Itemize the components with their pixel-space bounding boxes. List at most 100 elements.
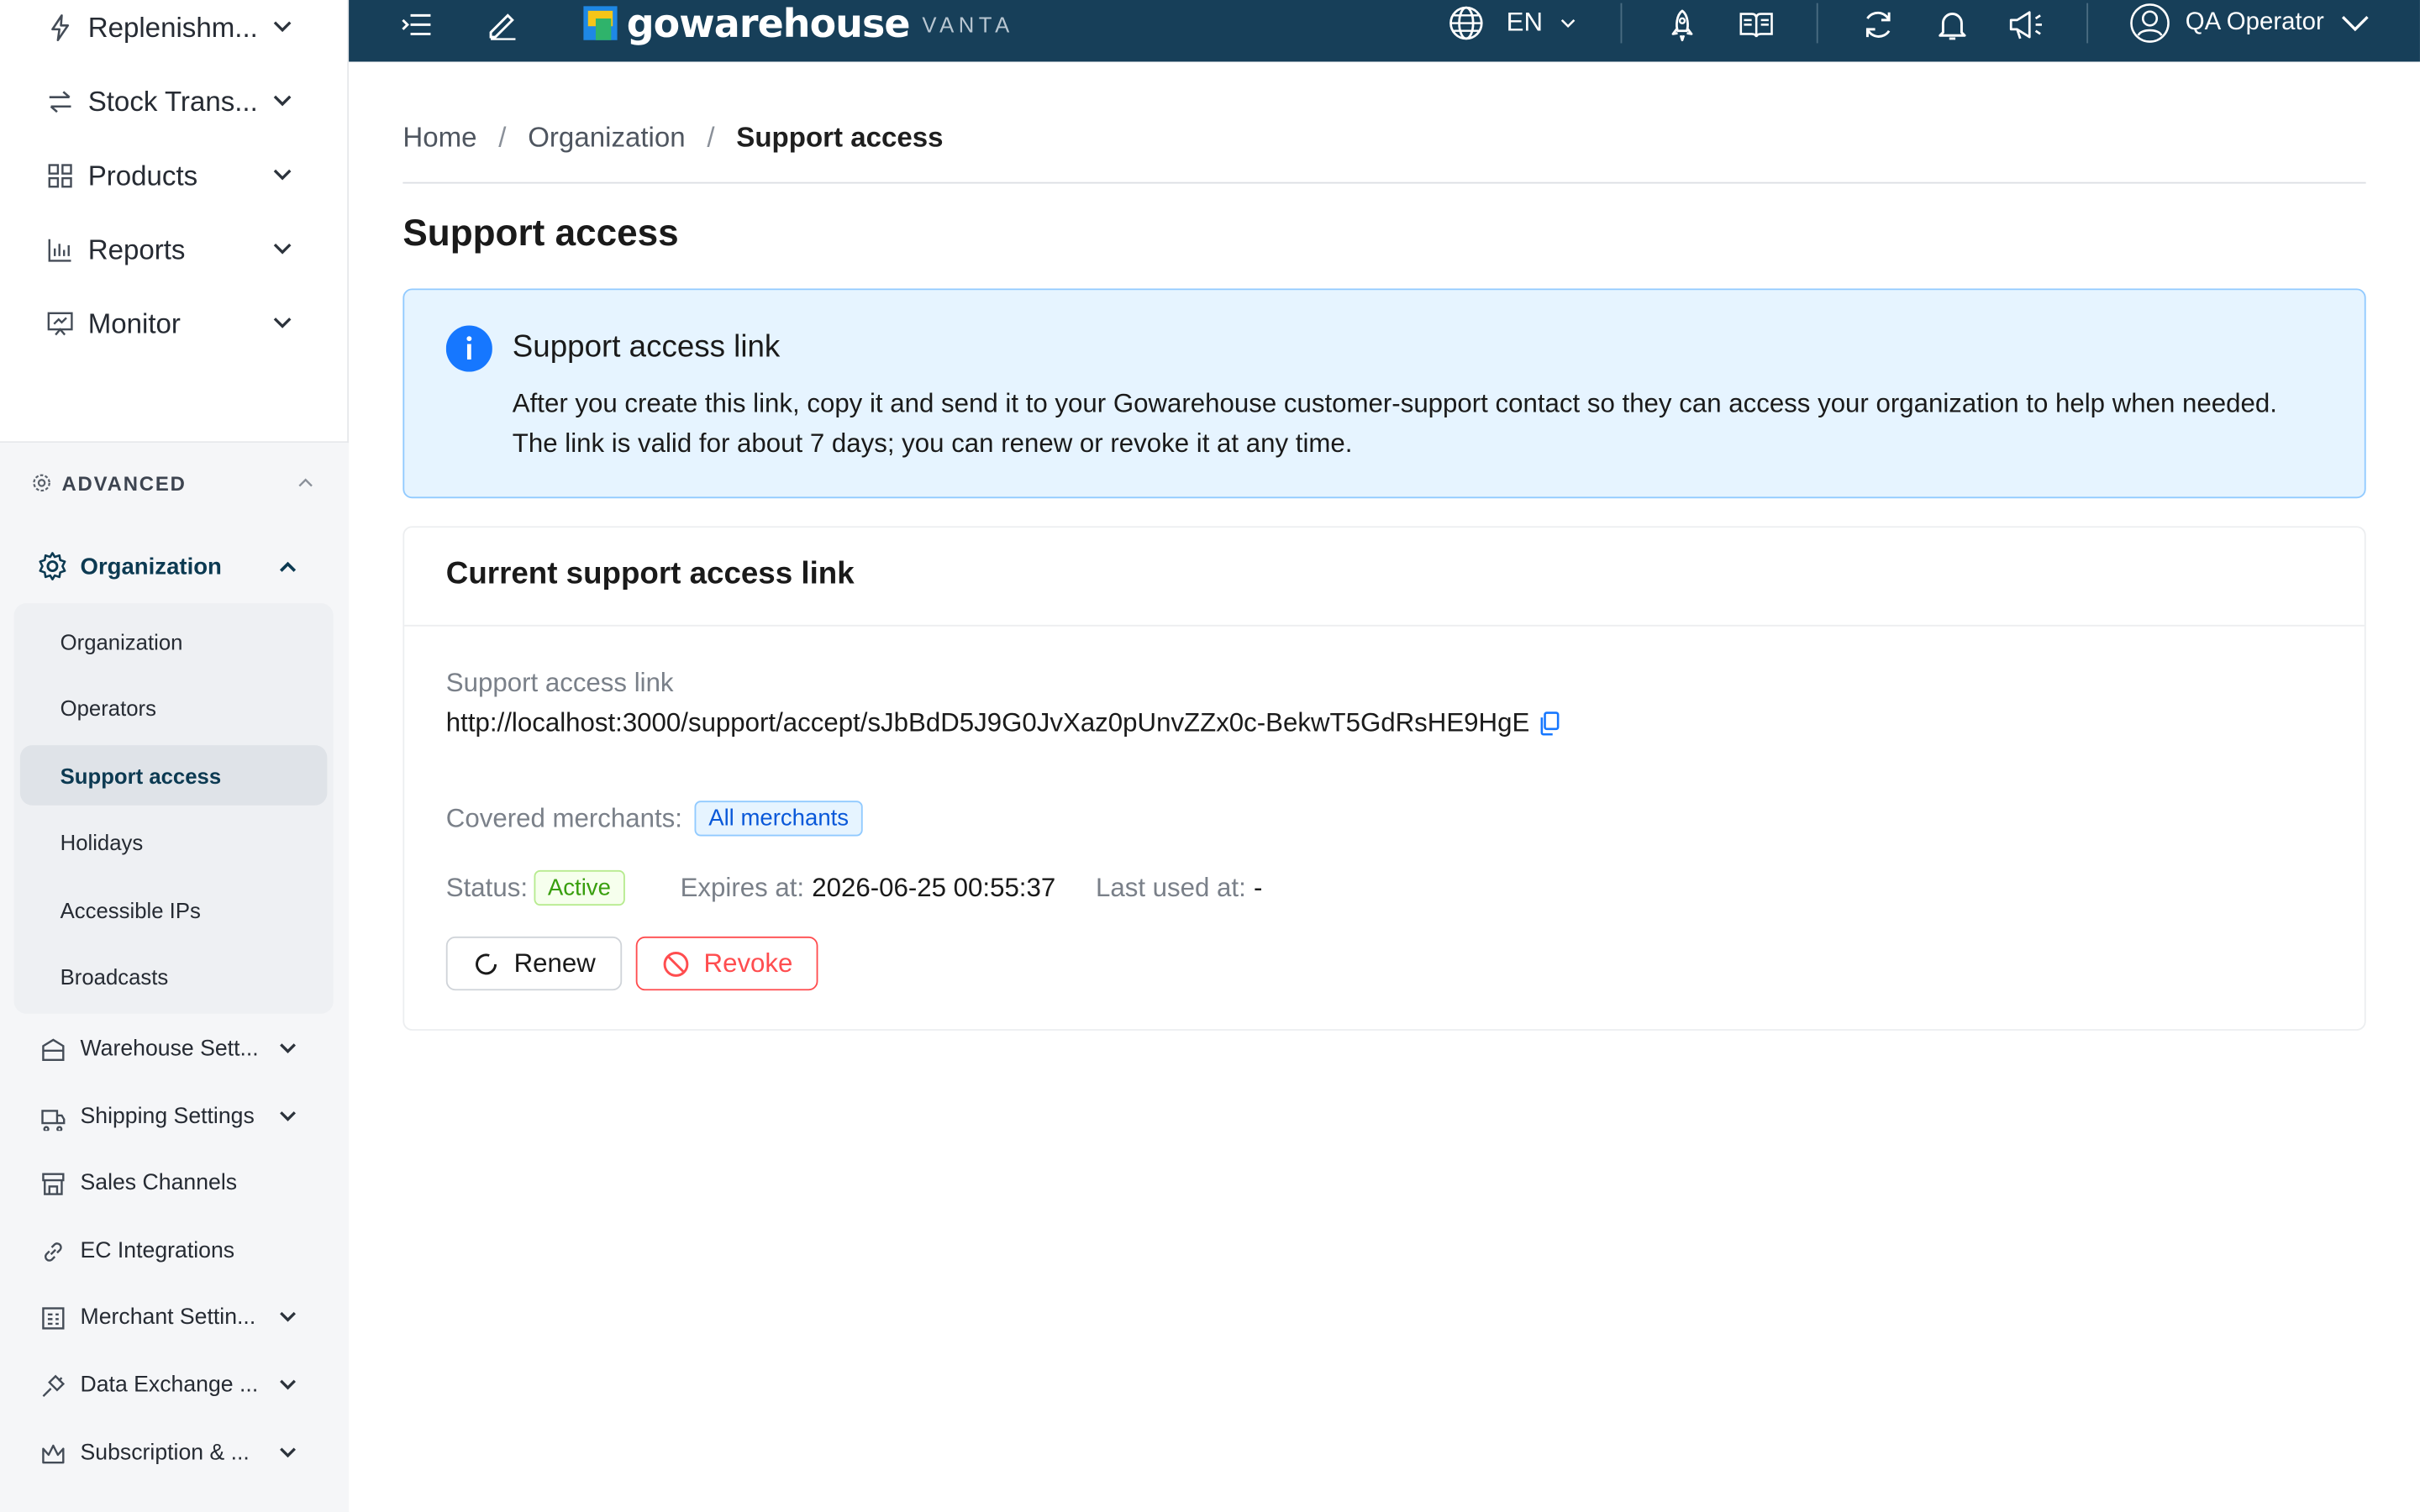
advanced-title: ADVANCED [61,471,187,495]
book-icon[interactable] [1738,6,1775,43]
breadcrumb-divider [402,181,2366,184]
sidebar-item-label: Products [87,160,198,191]
sidebar-subitem-broadcasts[interactable]: Broadcasts [20,946,328,1006]
chevron-down-icon [280,1111,296,1121]
sidebar-item-label: Reports [87,234,186,265]
sidebar-group-organization[interactable]: Organization [37,548,222,585]
alert-body: After you create this link, copy it and … [512,388,2277,459]
logo[interactable]: gowarehouse VANTA [583,0,1014,46]
chevron-down-icon [2341,16,2369,32]
stop-icon [662,949,690,977]
info-icon [445,325,492,372]
merchants-tag: All merchants [694,801,863,837]
expires-value: 2026-06-25 00:55:37 [812,872,1056,902]
truck-icon [40,1104,66,1131]
sidebar-item-monitor[interactable]: Monitor [0,287,349,361]
link-label: Support access link [445,668,674,698]
sidebar-subitem-label: Accessible IPs [60,897,201,922]
transfer-icon [46,88,74,116]
advanced-section-toggle[interactable]: ADVANCED [31,468,187,499]
globe-icon [1449,6,1483,40]
link-row: http://localhost:3000/support/accept/sJb… [446,708,1560,739]
grid-icon [46,162,74,190]
merchant-icon [40,1305,66,1331]
sidebar-subitem-label: Organization [60,628,183,654]
bell-icon[interactable] [1933,6,1970,43]
breadcrumb: Home / Organization / Support access [402,118,943,158]
card-header: Current support access link [404,528,2365,627]
chevron-down-icon [273,21,292,33]
gear-icon [33,474,50,492]
sidebar-item-data-exchange[interactable]: Data Exchange ... [40,1362,334,1409]
chevron-down-icon [280,1311,296,1322]
sidebar-item-ec-integrations[interactable]: EC Integrations [40,1228,334,1274]
language-label: EN [1506,8,1544,38]
sidebar-subitem-operators[interactable]: Operators [20,677,328,738]
top-bar: gowarehouse VANTA EN QA Operator [349,0,2420,62]
breadcrumb-home[interactable]: Home [402,121,476,154]
card-title: Current support access link [445,557,855,591]
sidebar-item-shipping-settings[interactable]: Shipping Settings [40,1094,334,1140]
expires-label: Expires at: [680,872,805,902]
sidebar-subitem-label: Support access [60,763,222,788]
last-used-label: Last used at: [1095,872,1246,902]
rocket-icon[interactable] [1664,6,1701,43]
sidebar-subitem-label: Operators [60,695,156,720]
breadcrumb-current: Support access [736,121,944,152]
sidebar-item-replenishment[interactable]: Replenishm... [0,0,349,65]
sidebar-item-warehouse-settings[interactable]: Warehouse Sett... [40,1026,334,1072]
chevron-down-icon [1560,18,1575,29]
user-menu[interactable]: QA Operator [2130,0,2370,46]
chevron-down-icon [280,1043,296,1054]
sidebar-item-label: Warehouse Sett... [80,1037,259,1062]
sidebar-subitem-label: Holidays [60,829,144,854]
sidebar-item-label: Replenishm... [87,11,258,43]
breadcrumb-organization[interactable]: Organization [528,121,685,154]
sidebar-subitem-organization[interactable]: Organization [20,611,328,671]
bar-chart-icon [46,236,74,264]
last-used-value: - [1253,872,1263,902]
gear-icon [39,552,66,580]
chevron-down-icon [280,1379,296,1390]
monitor-icon [46,310,74,338]
revoke-button[interactable]: Revoke [635,936,818,991]
sidebar-subitem-accessible-ips[interactable]: Accessible IPs [20,879,328,940]
announcement-icon[interactable] [2008,6,2045,43]
menu-toggle-icon[interactable] [398,6,435,43]
renew-button[interactable]: Renew [445,936,623,991]
sidebar-item-label: Shipping Settings [80,1105,255,1130]
sidebar-item-reports[interactable]: Reports [0,213,349,286]
copy-icon[interactable] [1539,711,1560,736]
status-label: Status: [445,872,529,902]
sidebar-subitem-holidays[interactable]: Holidays [20,811,328,872]
chevron-down-icon [273,95,292,107]
topbar-divider [1620,3,1623,44]
chevron-down-icon [280,1447,296,1458]
plug-icon [40,1373,66,1399]
sidebar-item-stock-transfer[interactable]: Stock Trans... [0,65,349,139]
status-badge: Active [534,869,625,906]
sidebar-item-label: Data Exchange ... [80,1373,259,1399]
logo-mark [583,3,618,44]
info-alert: Support access link After you create thi… [402,288,2366,499]
sidebar-subitem-support-access[interactable]: Support access [19,745,328,806]
sidebar-item-sales-channels[interactable]: Sales Channels [40,1160,334,1206]
sidebar-item-products[interactable]: Products [0,139,349,213]
chevron-up-icon[interactable] [278,557,298,577]
sidebar-item-merchant-settings[interactable]: Merchant Settin... [40,1294,334,1341]
support-link-value[interactable]: http://localhost:3000/support/accept/sJb… [446,708,1529,739]
refresh-icon [472,949,500,977]
chevron-down-icon [273,243,292,255]
sidebar-item-subscription[interactable]: Subscription & ... [40,1431,334,1477]
refresh-icon[interactable] [1860,6,1897,43]
language-selector[interactable]: EN [1448,3,1577,44]
breadcrumb-separator: / [707,121,715,152]
sidebar-item-label: Stock Trans... [87,85,258,117]
edit-icon[interactable] [485,6,522,43]
lightning-icon [46,14,74,42]
sidebar: Replenishm... Stock Trans... Products Re… [0,0,350,1512]
sidebar-item-label: Merchant Settin... [80,1305,256,1331]
sidebar-item-label: EC Integrations [80,1238,235,1264]
topbar-divider [2086,3,2089,44]
chevron-up-icon[interactable] [297,474,315,492]
